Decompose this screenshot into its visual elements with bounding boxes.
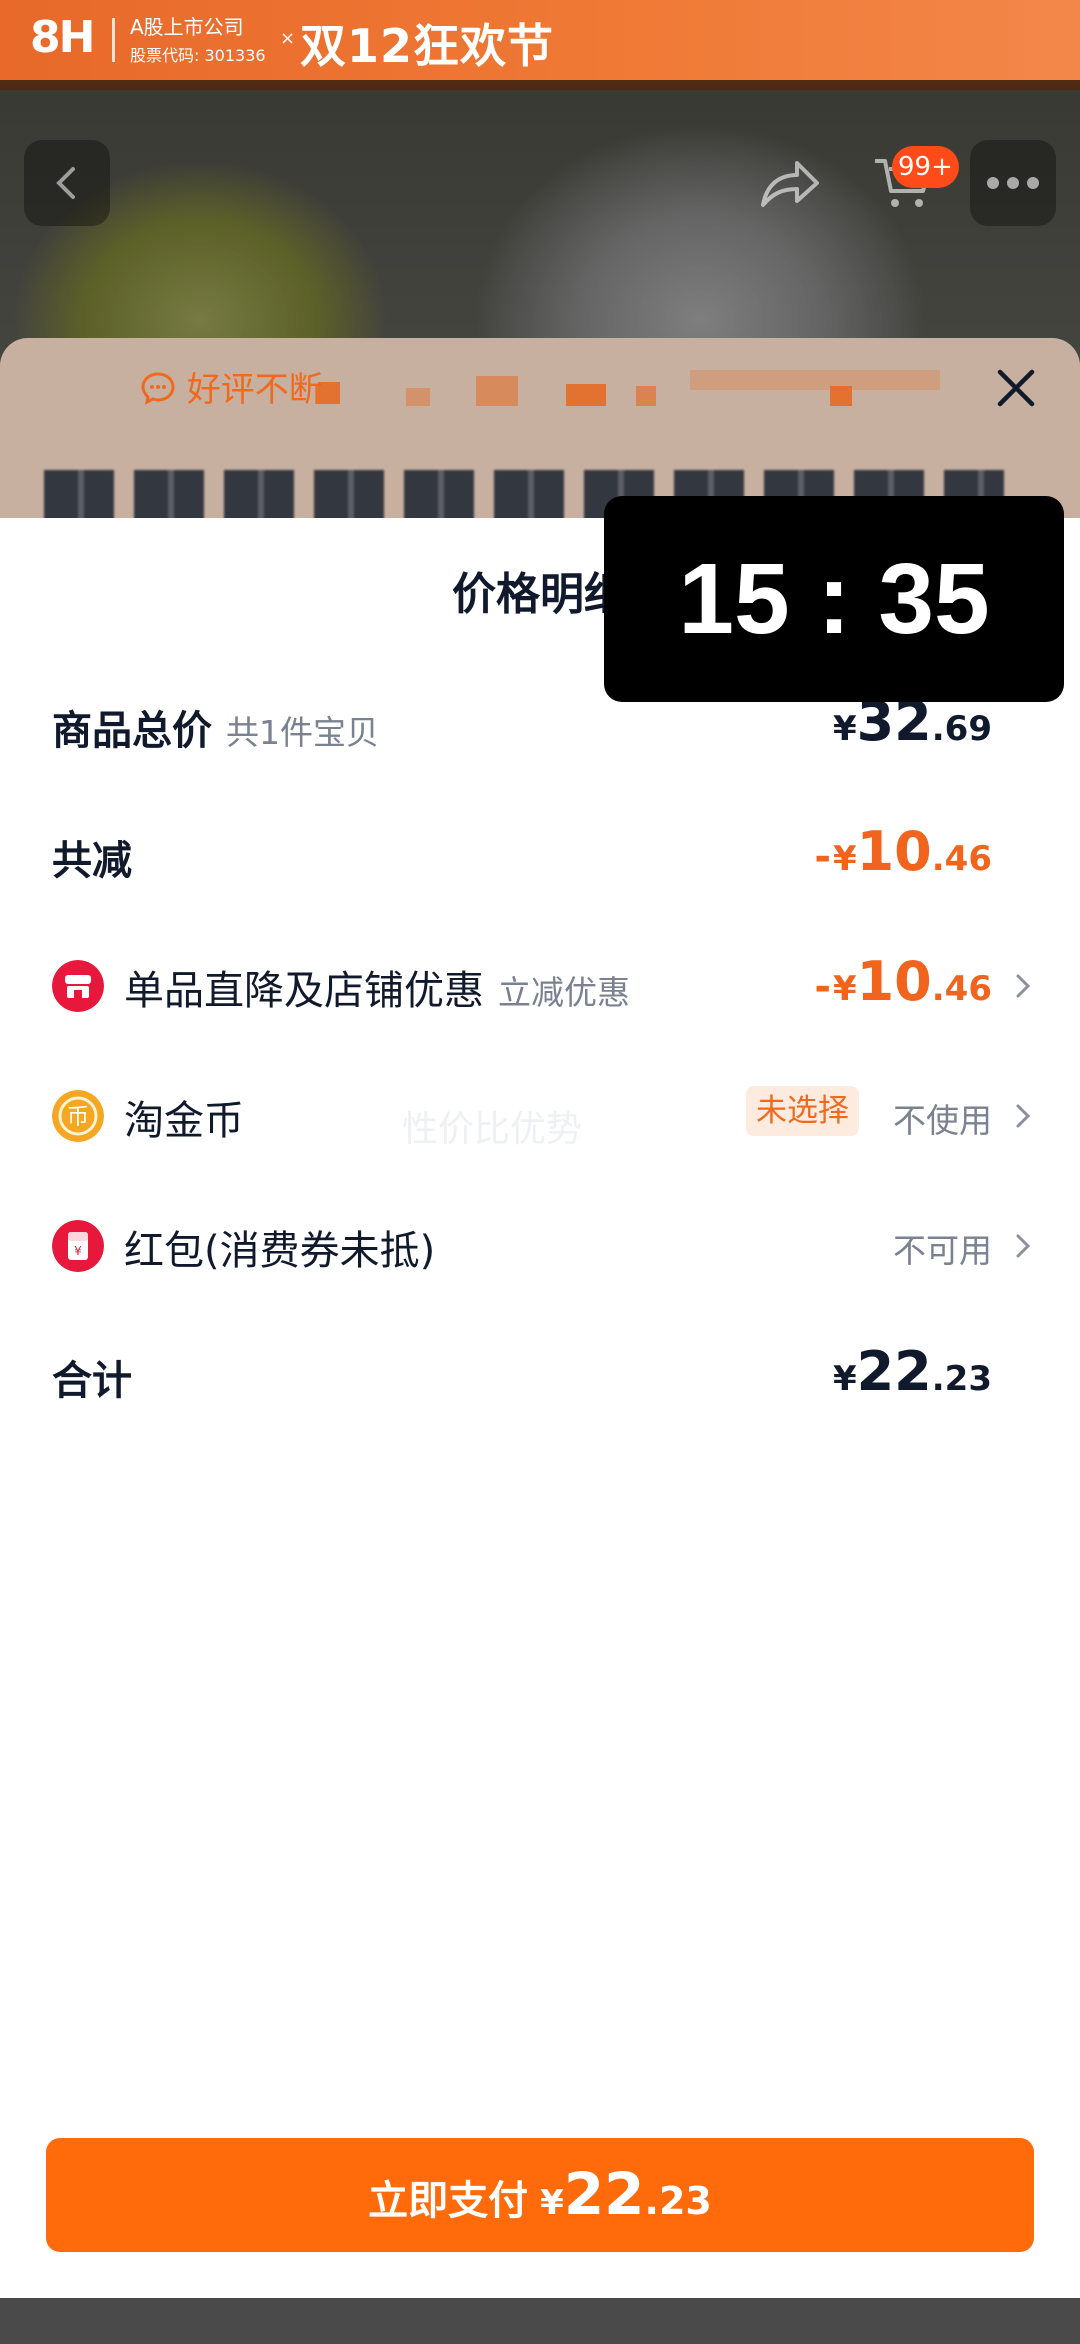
banner-divider (112, 18, 115, 62)
pay-amount-dec: .23 (644, 2179, 712, 2223)
store-discount-sub: 立减优惠 (498, 973, 630, 1012)
pixelated-text (406, 388, 430, 406)
banner-x: × (280, 28, 296, 49)
pay-amount-int: 22 (563, 2160, 645, 2228)
brand-logo: 8H (30, 12, 95, 63)
svg-text:¥: ¥ (74, 1244, 82, 1258)
review-text: 好评不断 (186, 370, 323, 410)
red-packet-icon: ¥ (52, 1220, 104, 1272)
pixelated-text (566, 384, 606, 406)
banner-stock-code: 股票代码: 301336 (130, 46, 266, 65)
pixelated-text (690, 370, 940, 390)
pay-now-button[interactable]: 立即支付 ¥ 22 .23 (46, 2138, 1034, 2252)
item-count: 共1件宝贝 (226, 713, 379, 752)
unselected-tag: 未选择 (746, 1086, 859, 1136)
chevron-right-icon (1016, 974, 1031, 998)
total-label: 商品总价 (52, 708, 212, 754)
promo-banner: 8H A股上市公司 股票代码: 301336 × 双12狂欢节 (0, 0, 1080, 80)
close-icon[interactable] (990, 362, 1042, 414)
row-red-packet[interactable]: ¥ 红包(消费券未抵) 不可用 (52, 1210, 1032, 1280)
banner-festival: 双12狂欢节 (300, 19, 555, 73)
pixelated-text (830, 386, 852, 406)
chevron-right-icon (1016, 1104, 1031, 1128)
red-packet-label: 红包(消费券未抵) (124, 1228, 436, 1274)
pixelated-text (476, 376, 518, 406)
red-packet-value: 不可用 (893, 1231, 992, 1270)
pixelated-text (636, 386, 656, 406)
row-total-reduction: 共减 -¥10.46 (52, 820, 1032, 890)
coins-label: 淘金币 (124, 1098, 244, 1144)
row-store-discount[interactable]: 单品直降及店铺优惠 立减优惠 -¥10.46 (52, 950, 1032, 1020)
review-highlight: 好评不断 (140, 362, 323, 411)
system-nav-bar (0, 2298, 1080, 2344)
watermark-text: 性价比优势 (402, 1109, 583, 1150)
reduction-label: 共减 (52, 838, 132, 884)
chat-bubble-icon (141, 372, 175, 405)
share-icon (761, 161, 819, 207)
share-button[interactable] (746, 140, 832, 226)
store-discount-amount: -¥10.46 (814, 950, 992, 1013)
more-dots-icon (987, 177, 1039, 189)
store-discount-label: 单品直降及店铺优惠 (124, 968, 484, 1014)
svg-text:币: 币 (67, 1105, 89, 1130)
reduction-amount: -¥10.46 (814, 820, 992, 883)
price-detail-panel: 价格明细 商品总价 共1件宝贝 ¥32.69 共减 -¥10.46 单品直降及店铺 (0, 518, 1080, 2298)
coins-value: 不使用 (893, 1101, 992, 1140)
coin-icon: 币 (52, 1090, 104, 1142)
timer-overlay: 15 : 35 (604, 496, 1064, 702)
pixelated-text (318, 382, 340, 404)
chevron-left-icon (56, 167, 75, 199)
store-icon (52, 960, 104, 1012)
sum-amount: ¥22.23 (832, 1340, 992, 1403)
pay-label: 立即支付 (368, 2178, 529, 2224)
sum-label: 合计 (52, 1358, 132, 1404)
banner-company: A股上市公司 (130, 15, 244, 39)
more-button[interactable] (970, 140, 1056, 226)
row-sum: 合计 ¥22.23 (52, 1340, 1032, 1410)
pay-yen: ¥ (540, 2183, 564, 2223)
back-button[interactable] (24, 140, 110, 226)
cart-count-badge: 99+ (892, 146, 959, 188)
chevron-right-icon (1016, 1234, 1031, 1258)
